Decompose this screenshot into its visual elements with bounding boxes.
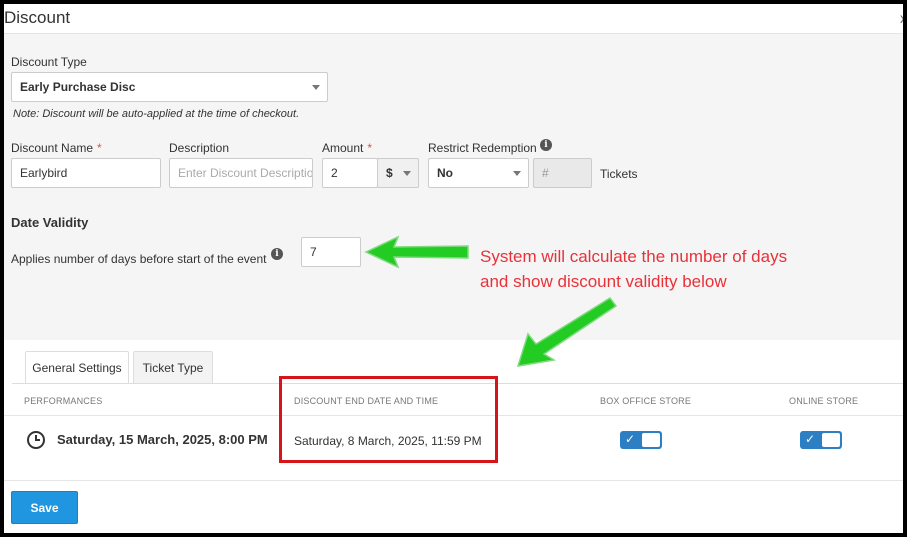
restrict-redemption-select[interactable]: No [428,158,529,188]
arrow-down-left-icon [516,297,618,367]
dialog-title: Discount [4,8,71,27]
check-icon: ✓ [625,432,636,446]
dialog-header: Discount x [4,4,903,34]
row-divider [4,480,903,481]
arrow-left-icon [364,235,469,269]
amount-label: Amount * [322,141,373,155]
discount-name-label: Discount Name * [11,141,102,155]
close-icon[interactable]: x [900,10,903,26]
days-before-value: 7 [310,245,317,259]
chevron-down-icon [513,171,521,176]
box-office-toggle[interactable]: ✓ [620,431,662,449]
check-icon: ✓ [805,432,816,446]
discount-name-value: Earlybird [20,166,68,180]
ticket-count-placeholder: # [542,166,549,180]
discount-type-note: Note: Discount will be auto-applied at t… [13,108,300,120]
toggle-knob [642,433,660,447]
toggle-knob [822,433,840,447]
col-header-box-office: BOX OFFICE STORE [600,396,692,406]
discount-dialog: Discount x Discount Type Early Purchase … [4,4,903,533]
online-store-toggle[interactable]: ✓ [800,431,842,449]
tab-ticket-type-label: Ticket Type [142,360,204,375]
info-icon[interactable]: i [271,248,283,260]
tickets-suffix: Tickets [600,167,638,181]
description-field[interactable]: Enter Discount Descriptio [169,158,313,188]
description-label: Description [169,141,230,155]
amount-field[interactable]: 2 [322,158,378,188]
discount-type-select[interactable]: Early Purchase Disc [11,72,328,102]
tab-ticket-type[interactable]: Ticket Type [133,351,213,383]
tab-general-settings-label: General Settings [32,361,122,375]
currency-select[interactable]: $ [377,158,419,188]
currency-value: $ [386,166,393,180]
chevron-down-icon [403,171,411,176]
annotation-line-2: and show discount validity below [480,272,727,291]
discount-type-value: Early Purchase Disc [20,80,136,94]
col-header-performances: PERFORMANCES [24,396,103,406]
description-placeholder: Enter Discount Descriptio [178,166,313,180]
info-icon[interactable]: i [540,139,552,151]
amount-value: 2 [331,166,338,180]
chevron-down-icon [312,85,320,90]
days-before-field[interactable]: 7 [301,237,361,267]
days-before-label: Applies number of days before start of t… [11,252,267,266]
restrict-redemption-value: No [437,166,453,180]
clock-icon [27,431,45,449]
save-button[interactable]: Save [11,491,78,524]
ticket-count-field[interactable]: # [533,158,592,188]
annotation-line-1: System will calculate the number of days [480,247,788,266]
performance-datetime: Saturday, 15 March, 2025, 8:00 PM [57,432,268,447]
discount-name-field[interactable]: Earlybird [11,158,161,188]
tab-general-settings[interactable]: General Settings [25,351,129,384]
date-validity-title: Date Validity [11,215,89,230]
discount-type-label: Discount Type [11,55,87,69]
col-header-online: ONLINE STORE [789,396,859,406]
restrict-redemption-label: Restrict Redemption [428,141,537,155]
highlight-box [279,376,498,463]
